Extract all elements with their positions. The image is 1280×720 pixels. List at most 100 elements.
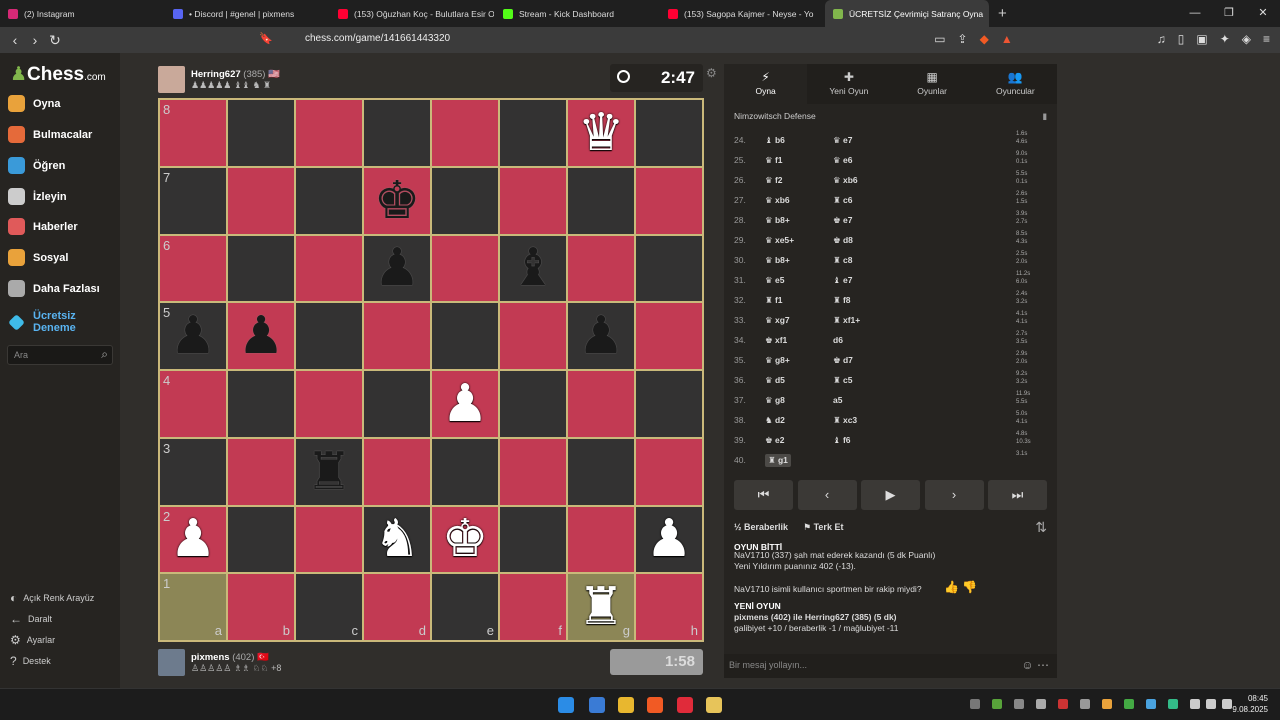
support-link[interactable]: ? Destek	[10, 654, 51, 668]
file-explorer-icon[interactable]	[618, 697, 634, 713]
browser-tab[interactable]: (153) Oğuzhan Koç - Bulutlara Esir Ol	[330, 0, 495, 27]
square-a8[interactable]: 8	[159, 99, 227, 167]
square-c4[interactable]	[295, 370, 363, 438]
brave-icon[interactable]	[647, 697, 663, 713]
square-c8[interactable]	[295, 99, 363, 167]
square-h5[interactable]	[635, 302, 703, 370]
browser-tab[interactable]: • Discord | #genel | pixmens	[165, 0, 330, 27]
tab-oyunlar[interactable]: ▦ Oyunlar	[891, 64, 974, 104]
white-move[interactable]: ♜ f1	[765, 295, 783, 306]
white-queen-icon[interactable]: ♛	[578, 107, 625, 159]
first-move-button[interactable]: ⏮	[734, 480, 793, 510]
tray-icon[interactable]	[1124, 699, 1134, 709]
tray-icon[interactable]	[1168, 699, 1178, 709]
book-icon[interactable]: ▮	[1042, 111, 1047, 122]
share-icon[interactable]: ⇪	[958, 32, 968, 46]
black-move[interactable]: ♜ c5	[833, 375, 852, 386]
square-c2[interactable]	[295, 505, 363, 574]
black-move[interactable]: ♚ e7	[833, 215, 852, 226]
square-b2[interactable]	[227, 505, 295, 574]
square-d2[interactable]: ♞	[363, 505, 431, 574]
sidebar-item-haberler[interactable]: Haberler	[8, 218, 78, 235]
square-f8[interactable]	[499, 99, 567, 167]
square-b6[interactable]	[227, 234, 295, 303]
square-f4[interactable]	[499, 370, 567, 438]
black-pawn-icon[interactable]: ♟	[170, 310, 217, 362]
browser-tab[interactable]: ÜCRETSİZ Çevrimiçi Satranç Oyna✕	[825, 0, 990, 27]
square-h2[interactable]: ♟	[635, 505, 703, 574]
square-c6[interactable]	[295, 234, 363, 303]
browser-tab[interactable]: Stream - Kick Dashboard	[495, 0, 660, 27]
square-d5[interactable]	[363, 302, 431, 370]
square-b3[interactable]	[227, 437, 295, 506]
browser-tab[interactable]: (2) Instagram	[0, 0, 165, 27]
square-g4[interactable]	[567, 370, 635, 438]
screen-icon[interactable]: ▭	[934, 32, 945, 46]
collapse-button[interactable]: ← Daralt	[10, 612, 52, 626]
white-move[interactable]: ♛ xb6	[765, 195, 790, 206]
tray-icon[interactable]	[1014, 699, 1024, 709]
url-field[interactable]: chess.com/game/141661443320	[305, 33, 450, 44]
square-a6[interactable]: 6	[159, 234, 227, 303]
back-icon[interactable]: ‹	[5, 32, 25, 48]
volume-icon[interactable]	[1206, 699, 1216, 709]
square-h3[interactable]	[635, 437, 703, 506]
square-a4[interactable]: 4	[159, 370, 227, 438]
square-c5[interactable]	[295, 302, 363, 370]
square-f5[interactable]	[499, 302, 567, 370]
tab-yeni-oyun[interactable]: ✚ Yeni Oyun	[807, 64, 890, 104]
sidebar-toggle-icon[interactable]: ▯	[1178, 32, 1185, 46]
square-g3[interactable]	[567, 437, 635, 506]
start-icon[interactable]	[558, 697, 574, 713]
square-e4[interactable]: ♟	[431, 370, 499, 438]
black-move[interactable]: ♜ f8	[833, 295, 851, 306]
white-move[interactable]: ♛ g8+	[765, 355, 790, 366]
square-a2[interactable]: 2 ♟	[159, 505, 227, 574]
vpn-icon[interactable]: ◈	[1242, 32, 1251, 46]
avatar[interactable]	[158, 66, 185, 93]
square-f1[interactable]: f	[499, 573, 567, 641]
battery-icon[interactable]	[1222, 699, 1232, 709]
square-h7[interactable]	[635, 166, 703, 235]
play-button[interactable]: ▶	[861, 480, 920, 510]
rewards-icon[interactable]: ▲	[1001, 32, 1013, 46]
media-icon[interactable]: ♫	[1157, 32, 1166, 46]
square-g1[interactable]: g ♜	[567, 573, 635, 641]
white-king-icon[interactable]: ♚	[442, 513, 489, 565]
square-g6[interactable]	[567, 234, 635, 303]
square-f7[interactable]	[499, 166, 567, 235]
square-e2[interactable]: ♚	[431, 505, 499, 574]
app-icon[interactable]	[706, 697, 722, 713]
flip-board-icon[interactable]: ⇅	[1035, 519, 1047, 536]
black-move[interactable]: ♚ d7	[833, 355, 853, 366]
next-move-button[interactable]: ›	[924, 480, 984, 510]
menu-icon[interactable]: ≡	[1263, 32, 1270, 46]
draw-button[interactable]: ½ Beraberlik	[734, 522, 788, 533]
black-king-icon[interactable]: ♚	[374, 175, 421, 227]
sidebar-item-trial[interactable]: Ücretsiz Deneme	[8, 310, 83, 334]
white-move[interactable]: ♛ e5	[765, 275, 784, 286]
clock[interactable]: 08:45 9.08.2025	[1232, 693, 1268, 715]
white-pawn-icon[interactable]: ♟	[170, 513, 217, 565]
new-tab-button[interactable]: +	[990, 5, 1015, 22]
white-move[interactable]: ♚ e2	[765, 435, 784, 446]
white-move[interactable]: ♛ xg7	[765, 315, 790, 326]
tray-icon[interactable]	[1080, 699, 1090, 709]
square-h4[interactable]	[635, 370, 703, 438]
settings-link[interactable]: ⚙ Ayarlar	[10, 633, 55, 647]
brave-shield-icon[interactable]: ◆	[980, 32, 989, 46]
white-move[interactable]: ♛ f2	[765, 175, 783, 186]
square-a7[interactable]: 7	[159, 166, 227, 235]
chess-board[interactable]: 8 ♛ 7 ♚ 6 ♟ ♝ 5 ♟ ♟ ♟ 4 ♟ 3 ♜ 2 ♟ ♞ ♚ ♟ 1 a b c d e f g ♜ h	[158, 98, 704, 642]
square-e3[interactable]	[431, 437, 499, 506]
square-h1[interactable]: h	[635, 573, 703, 641]
white-rook-icon[interactable]: ♜	[578, 581, 625, 633]
black-pawn-icon[interactable]: ♟	[374, 242, 421, 294]
leo-icon[interactable]: ✦	[1220, 32, 1230, 46]
thumbs-up-icon[interactable]: 👍	[944, 581, 959, 593]
sidebar-item-daha-fazlası[interactable]: Daha Fazlası	[8, 280, 100, 297]
white-pawn-icon[interactable]: ♟	[442, 378, 489, 430]
white-move[interactable]: ♛ b8+	[765, 215, 790, 226]
black-move[interactable]: ♜ c8	[833, 255, 852, 266]
square-d1[interactable]: d	[363, 573, 431, 641]
